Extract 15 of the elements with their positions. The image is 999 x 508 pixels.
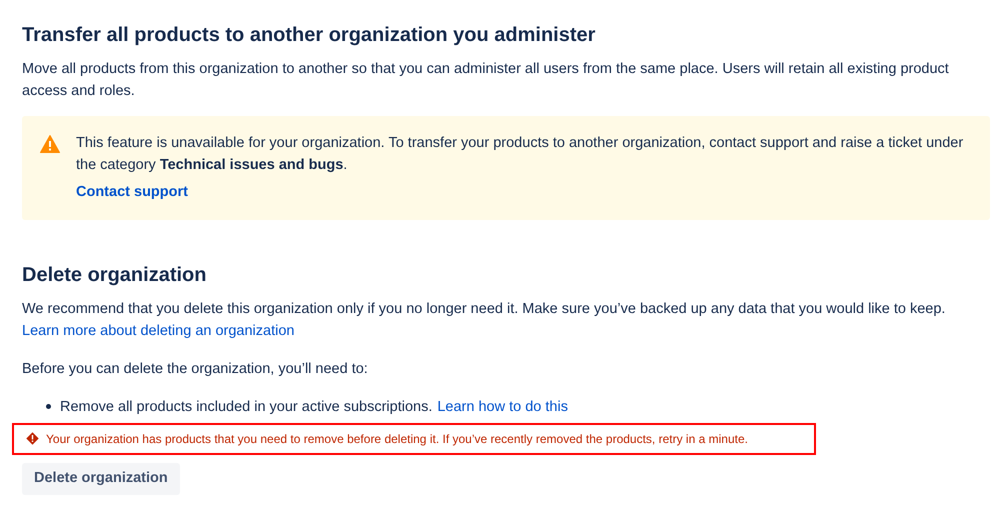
section-heading: Delete organization [22, 262, 208, 288]
section-description: We recommend that you delete this organization only if you no longer need it. Make sure you’ve backed up any data that you would like to keep. [22, 300, 946, 317]
learn-more-link[interactable]: Learn more about deleting an organization [22, 322, 294, 339]
error-icon [26, 432, 39, 446]
delete-organization-button[interactable]: Delete organization [22, 462, 180, 495]
error-message: Your organization has products that you need to remove before deleting it. If you’ve recently removed the products, retry in a minute. [46, 430, 748, 447]
notice-message: This feature is unavailable for your organization. To transfer your products to another organization, contact support and raise a ticket under the category Technical issues and bugs. [76, 134, 964, 175]
contact-support-link[interactable]: Contact support [76, 182, 188, 204]
learn-how-link[interactable]: Learn how to do this [437, 396, 568, 418]
requirements-intro: Before you can delete the organization, you’ll need to: [22, 360, 368, 379]
section-heading: Transfer all products to another organization you administer [22, 23, 596, 48]
warning-icon [40, 135, 60, 153]
requirement-text: Remove all products included in your active subscriptions. [60, 398, 432, 417]
bullet-icon [46, 404, 51, 410]
section-description: Move all products from this organization to another so that you can administer all users from the same place. Users will retain all existing product access and roles. [22, 60, 950, 101]
